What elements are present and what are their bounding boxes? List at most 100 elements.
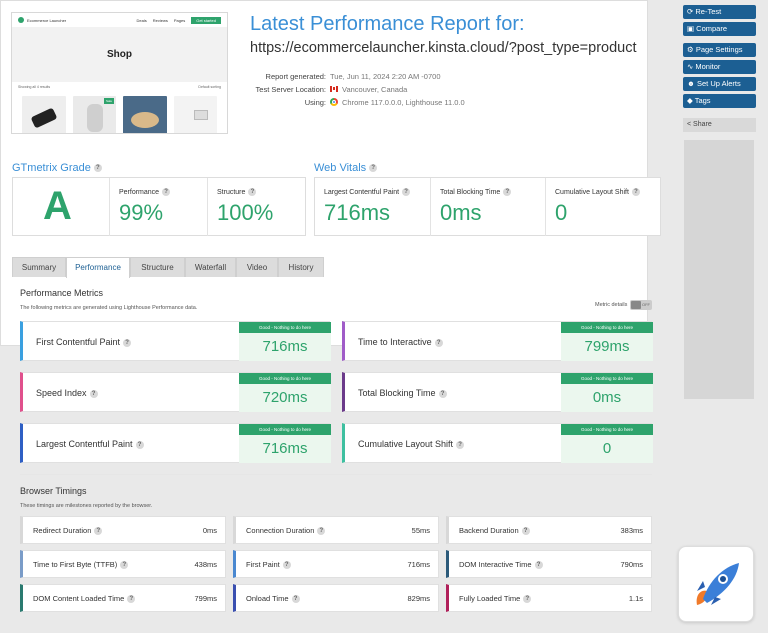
vital-cell: Largest Contentful Paint? 716ms	[315, 178, 431, 236]
metric-status-badge: Good - Nothing to do here	[561, 322, 653, 333]
section-divider	[20, 474, 652, 475]
help-icon[interactable]: ?	[127, 595, 136, 604]
compare-icon: ▣	[687, 24, 697, 33]
grade-panel: A Performance? 99% Structure? 100%	[12, 177, 306, 236]
button-label: Page Settings	[695, 45, 743, 54]
metric-details-toggle[interactable]: OFF	[630, 300, 652, 310]
timing-value: 0ms	[202, 526, 217, 535]
metric-status-badge: Good - Nothing to do here	[239, 424, 331, 435]
vital-value: 716ms	[324, 200, 391, 225]
metric-card-tbt: Total Blocking Time? Good - Nothing to d…	[342, 372, 653, 412]
meta-label: Test Server Location:	[255, 85, 326, 94]
rocket-icon	[696, 563, 739, 605]
metric-name: Total Blocking Time?	[358, 388, 447, 398]
timing-card: Connection Duration? 55ms	[233, 516, 439, 544]
help-icon[interactable]: ?	[503, 188, 512, 196]
help-icon[interactable]: ?	[434, 338, 443, 347]
grade-letter: A	[43, 184, 72, 228]
metric-value: 716ms	[239, 333, 331, 361]
help-icon[interactable]: ?	[523, 595, 532, 604]
metric-card-tti: Time to Interactive? Good - Nothing to d…	[342, 321, 653, 361]
tab-summary[interactable]: Summary	[12, 257, 66, 277]
metric-status-badge: Good - Nothing to do here	[561, 424, 653, 435]
timing-name: First Paint?	[246, 560, 291, 570]
help-icon[interactable]: ?	[369, 164, 378, 173]
timing-name: DOM Interactive Time?	[459, 560, 543, 570]
site-logo-icon	[18, 17, 24, 23]
report-url[interactable]: https://ecommercelauncher.kinsta.cloud/?…	[250, 40, 637, 56]
metric-value: 716ms	[239, 435, 331, 463]
help-icon[interactable]: ?	[438, 389, 447, 398]
meta-value: Tue, Jun 11, 2024 2:20 AM -0700	[330, 72, 441, 81]
help-icon[interactable]: ?	[120, 561, 129, 570]
help-icon[interactable]: ?	[248, 188, 257, 196]
vital-value: 0	[555, 200, 568, 225]
timing-name: Onload Time?	[246, 594, 300, 604]
help-icon[interactable]: ?	[89, 389, 98, 398]
vital-cell: Cumulative Layout Shift? 0	[546, 178, 661, 236]
tab-video[interactable]: Video	[236, 257, 278, 277]
help-icon[interactable]: ?	[94, 527, 103, 536]
metric-value: 0	[561, 435, 653, 463]
help-icon[interactable]: ?	[402, 188, 411, 196]
help-icon[interactable]: ?	[123, 338, 132, 347]
page-settings-button[interactable]: ⚙ Page Settings	[683, 43, 756, 57]
canada-flag-icon	[330, 86, 338, 92]
monitor-button[interactable]: ∿ Monitor	[683, 60, 756, 74]
help-icon[interactable]: ?	[162, 188, 171, 196]
tags-button[interactable]: ◆ Tags	[683, 94, 756, 108]
help-icon[interactable]: ?	[317, 527, 326, 536]
timing-card: DOM Interactive Time? 790ms	[446, 550, 652, 578]
tab-structure[interactable]: Structure	[130, 257, 185, 277]
section-title-text: Web Vitals	[314, 162, 367, 174]
help-icon[interactable]: ?	[282, 561, 291, 570]
help-icon[interactable]: ?	[534, 561, 543, 570]
vital-label: Largest Contentful Paint?	[324, 188, 411, 196]
help-icon[interactable]: ?	[631, 188, 640, 196]
web-vitals-panel: Largest Contentful Paint? 716ms Total Bl…	[314, 177, 661, 236]
metric-name: Time to Interactive?	[358, 337, 443, 347]
tab-waterfall[interactable]: Waterfall	[185, 257, 236, 277]
metric-value: 799ms	[561, 333, 653, 361]
section-title-text: GTmetrix Grade	[12, 162, 91, 174]
timing-card: First Paint? 716ms	[233, 550, 439, 578]
timing-card: Redirect Duration? 0ms	[20, 516, 226, 544]
gear-icon: ⚙	[687, 45, 696, 54]
help-icon[interactable]: ?	[135, 440, 144, 449]
thumb-nav-item: Deals	[136, 17, 147, 23]
timing-name: Fully Loaded Time?	[459, 594, 532, 604]
thumb-site-name: Ecommerce Launcher	[27, 17, 67, 23]
timing-card: Backend Duration? 383ms	[446, 516, 652, 544]
thumb-header: Ecommerce Launcher Deals Reviews Pages G…	[12, 13, 227, 27]
timing-value: 790ms	[620, 560, 643, 569]
metric-card-lcp: Largest Contentful Paint? Good - Nothing…	[20, 423, 331, 463]
metric-card-speed-index: Speed Index? Good - Nothing to do here 7…	[20, 372, 331, 412]
timing-card: Onload Time? 829ms	[233, 584, 439, 612]
metric-status-badge: Good - Nothing to do here	[561, 373, 653, 384]
timing-card: DOM Content Loaded Time? 799ms	[20, 584, 226, 612]
metric-name: Cumulative Layout Shift?	[358, 439, 465, 449]
button-label: Monitor	[695, 62, 721, 71]
share-label: Share	[693, 121, 712, 128]
retest-button[interactable]: ⟳ Re-Test	[683, 5, 756, 19]
tab-history[interactable]: History	[278, 257, 324, 277]
help-icon[interactable]: ?	[93, 164, 102, 173]
help-icon[interactable]: ?	[291, 595, 300, 604]
tab-performance[interactable]: Performance	[66, 257, 130, 278]
metric-name: First Contentful Paint?	[36, 337, 132, 347]
structure-score: 100%	[217, 200, 274, 225]
performance-score-cell: Performance? 99%	[110, 178, 208, 236]
meta-label: Using:	[304, 98, 326, 107]
button-label: Tags	[694, 96, 711, 105]
help-icon[interactable]: ?	[521, 527, 530, 536]
share-button[interactable]: < Share	[683, 118, 756, 132]
metric-name: Largest Contentful Paint?	[36, 439, 144, 449]
metric-card-fcp: First Contentful Paint? Good - Nothing t…	[20, 321, 331, 361]
chrome-icon	[330, 98, 338, 106]
help-icon[interactable]: ?	[456, 440, 465, 449]
button-label: Set Up Alerts	[696, 79, 741, 88]
metric-details-label: Metric details	[595, 302, 628, 308]
set-up-alerts-button[interactable]: ☻ Set Up Alerts	[683, 77, 756, 91]
compare-button[interactable]: ▣ Compare	[683, 22, 756, 36]
rocket-launcher-button[interactable]	[678, 546, 754, 622]
